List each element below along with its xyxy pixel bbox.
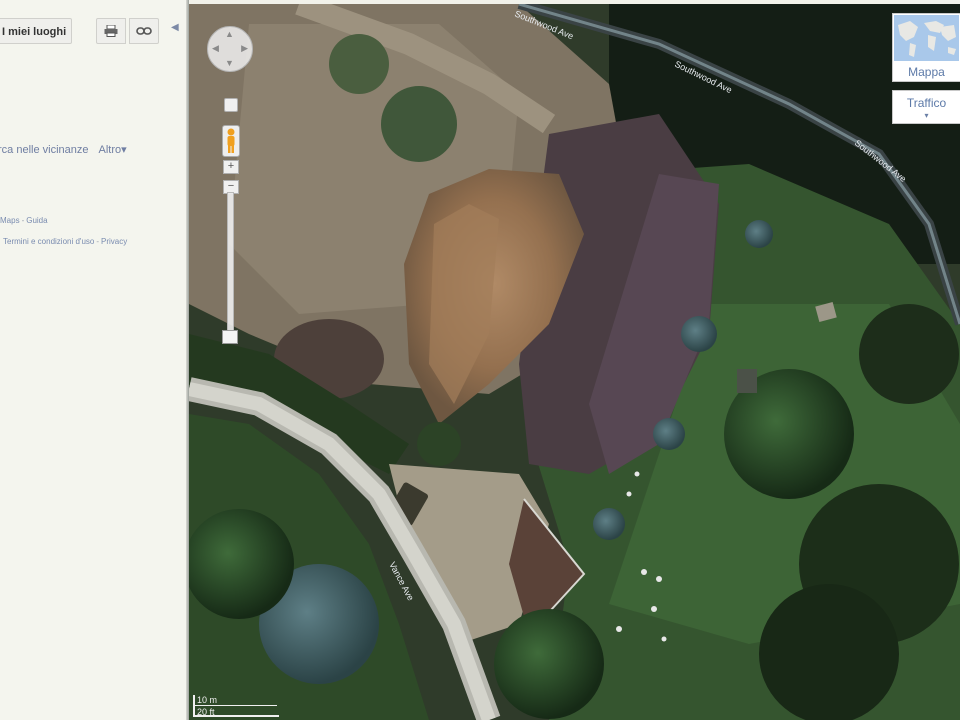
search-nearby-link[interactable]: rca nelle vicinanze xyxy=(0,144,89,156)
search-nearby-row: rca nelle vicinanze Altro▾ xyxy=(0,143,127,156)
satellite-map[interactable]: Southwood Ave Southwood Ave Southwood Av… xyxy=(189,4,960,720)
map-type-map-button[interactable]: Mappa xyxy=(892,13,960,82)
traffic-caret-icon: ▾ xyxy=(924,111,929,120)
map-type-label: Mappa xyxy=(908,65,945,79)
zoom-slider-thumb[interactable] xyxy=(222,330,238,344)
collapse-panel-icon[interactable]: ◀ xyxy=(171,22,179,33)
more-link[interactable]: Altro▾ xyxy=(99,144,127,156)
separator: - xyxy=(96,237,100,246)
left-panel: I miei luoghi ◀ rca nelle vicinanze Altro… xyxy=(0,0,188,720)
zoom-reset-button[interactable] xyxy=(224,98,238,112)
pan-right-icon[interactable]: ▶ xyxy=(241,44,248,53)
scale-metric: 10 m xyxy=(197,695,218,705)
footer-links-1: Maps - Guida xyxy=(0,216,48,225)
maps-link[interactable]: Maps xyxy=(0,216,20,225)
terms-link[interactable]: Termini e condizioni d'uso xyxy=(3,237,94,246)
zoom-in-button[interactable]: + xyxy=(223,160,239,174)
privacy-link[interactable]: Privacy xyxy=(101,237,127,246)
zoom-slider-track[interactable] xyxy=(227,192,234,336)
print-button[interactable] xyxy=(96,18,126,44)
pegman-icon[interactable] xyxy=(222,125,240,157)
scale-divider xyxy=(193,705,277,706)
my-places-button[interactable]: I miei luoghi xyxy=(0,18,72,44)
footer-links-2: Termini e condizioni d'uso - Privacy xyxy=(3,237,127,246)
satellite-imagery: Southwood Ave Southwood Ave Southwood Av… xyxy=(189,4,960,720)
more-caret-icon: ▾ xyxy=(121,144,127,156)
scale-bar: 10 m 20 ft xyxy=(193,695,279,719)
printer-icon xyxy=(104,25,118,37)
pan-up-icon[interactable]: ▲ xyxy=(225,30,234,39)
traffic-label: Traffico xyxy=(906,96,947,110)
more-label: Altro xyxy=(98,144,122,156)
link-icon xyxy=(136,27,152,35)
scale-imperial: 20 ft xyxy=(197,707,215,717)
pan-control[interactable]: ▲ ▼ ◀ ▶ xyxy=(207,26,253,72)
link-button[interactable] xyxy=(129,18,159,44)
traffic-button[interactable]: Traffico ▾ xyxy=(892,90,960,124)
world-map-icon xyxy=(894,15,959,61)
pegman-figure xyxy=(227,128,235,153)
separator: - xyxy=(21,216,25,225)
pan-down-icon[interactable]: ▼ xyxy=(225,59,234,68)
pan-left-icon[interactable]: ◀ xyxy=(212,44,219,53)
help-link[interactable]: Guida xyxy=(26,216,47,225)
